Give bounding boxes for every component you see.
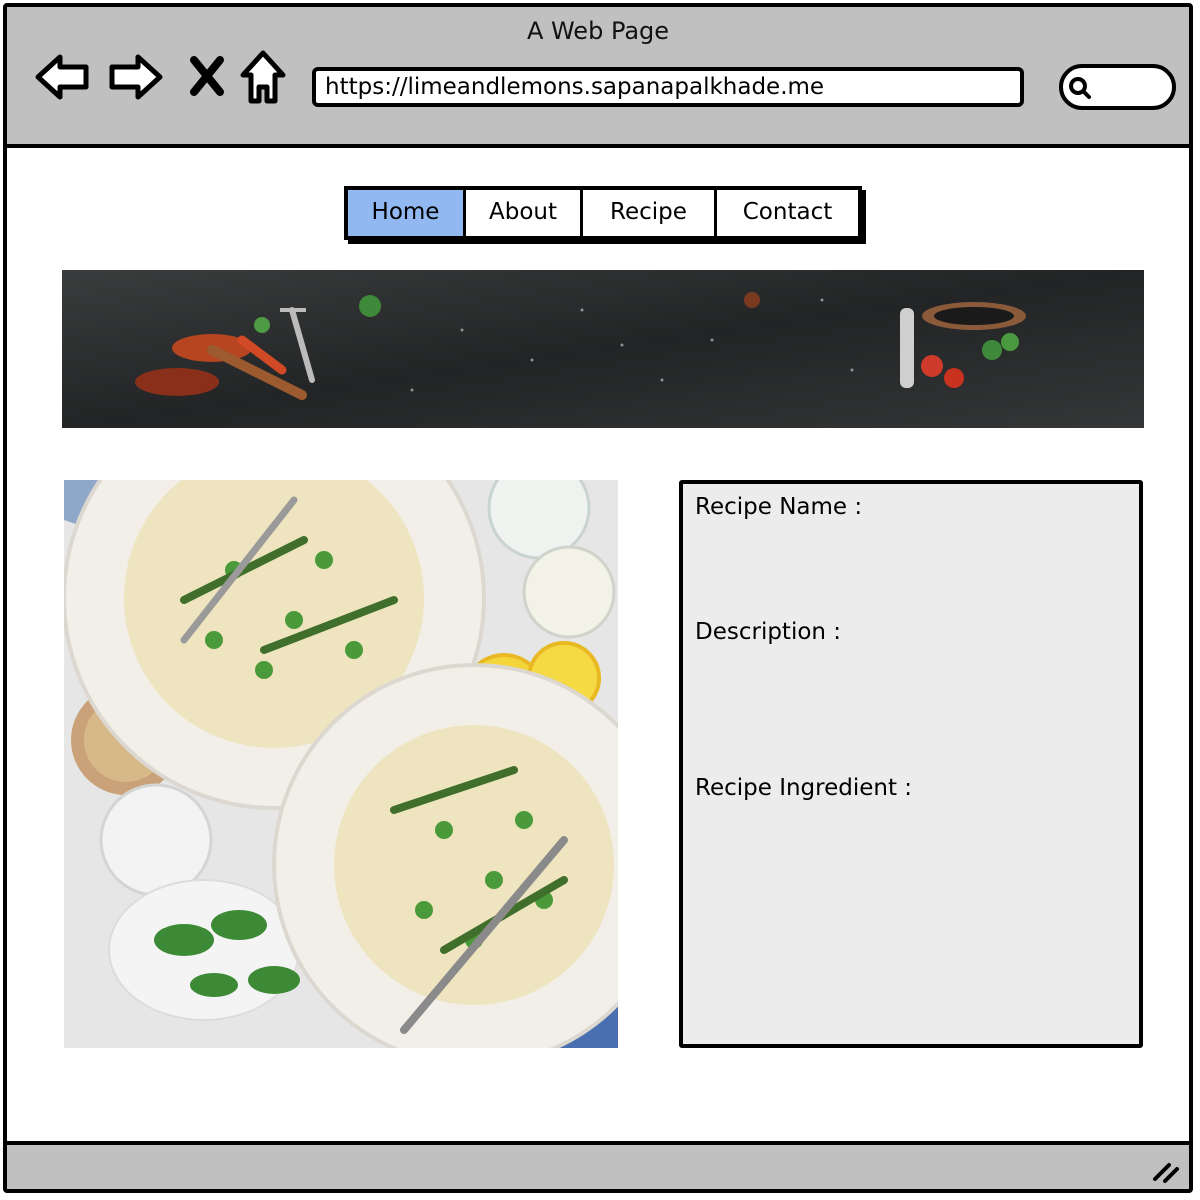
browser-titlebar: A Web Page https://limeandlemons.sapanap… <box>7 7 1189 148</box>
menu-item-home[interactable]: Home <box>348 190 466 236</box>
recipe-photo <box>64 480 618 1048</box>
search-icon <box>1069 77 1091 99</box>
hero-banner-image <box>62 270 1144 428</box>
address-bar[interactable]: https://limeandlemons.sapanapalkhade.me <box>312 67 1024 107</box>
recipe-ingredient-label: Recipe Ingredient : <box>695 775 913 801</box>
menu-item-contact[interactable]: Contact <box>717 190 858 236</box>
back-arrow-icon[interactable] <box>32 47 92 107</box>
description-label: Description : <box>695 619 842 645</box>
menu-item-about[interactable]: About <box>466 190 583 236</box>
recipe-name-label: Recipe Name : <box>695 494 863 520</box>
close-x-icon[interactable] <box>178 47 238 107</box>
recipe-details-panel: Recipe Name : Description : Recipe Ingre… <box>679 480 1143 1048</box>
home-icon[interactable] <box>233 47 293 107</box>
menu-item-recipe[interactable]: Recipe <box>583 190 717 236</box>
browser-search-box[interactable] <box>1059 64 1176 110</box>
window-title: A Web Page <box>526 17 670 45</box>
browser-window: A Web Page https://limeandlemons.sapanap… <box>3 3 1193 1193</box>
status-bar <box>7 1141 1189 1189</box>
nav-menu: Home About Recipe Contact <box>344 186 862 240</box>
forward-arrow-icon[interactable] <box>106 47 166 107</box>
resize-handle-icon[interactable] <box>1151 1157 1181 1183</box>
